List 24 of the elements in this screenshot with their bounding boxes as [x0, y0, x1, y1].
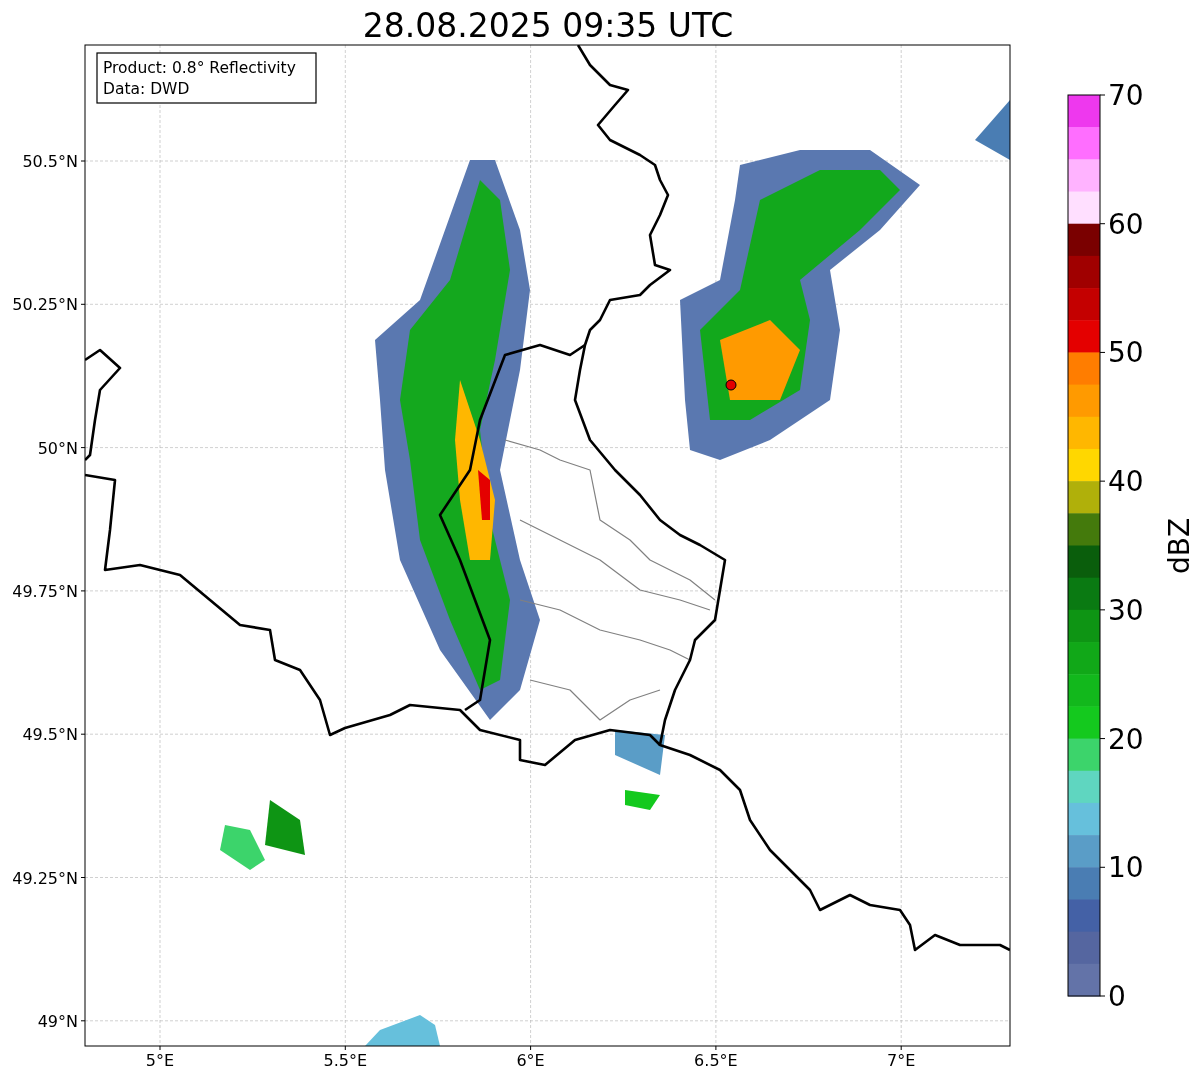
- colorbar-tick-label: 10: [1108, 851, 1144, 885]
- axis-tick-label: 49.75°N: [12, 581, 78, 601]
- colorbar-tick-label: 50: [1108, 336, 1144, 370]
- axis-tick-label: 50.25°N: [12, 295, 78, 315]
- axis-tick-label: 5°E: [145, 1051, 175, 1070]
- colorbar-tick-label: 60: [1108, 207, 1144, 241]
- axis-tick-label: 5.5°E: [323, 1051, 368, 1070]
- colorbar-tick-label: 30: [1108, 593, 1144, 627]
- axis-tick-label: 7°E: [887, 1051, 916, 1070]
- colorbar-tick-label: 20: [1108, 722, 1144, 756]
- axis-tick-label: 6.5°E: [694, 1051, 738, 1070]
- axis-tick-label: 49.5°N: [22, 725, 78, 745]
- colorbar-label: dBZ: [1163, 517, 1196, 575]
- axis-tick-label: 50°N: [37, 438, 78, 458]
- axis-tick-label: 50.5°N: [22, 152, 78, 171]
- axis-tick-label: 49°N: [37, 1011, 78, 1031]
- info-text: Product: 0.8° Reflectivity: [103, 59, 296, 77]
- axis-tick-label: 6°E: [516, 1051, 545, 1070]
- chart-title: 28.08.2025 09:35 UTC: [362, 6, 734, 45]
- info-text: Data: DWD: [103, 80, 190, 98]
- axis-tick-label: 49.25°N: [12, 868, 78, 888]
- colorbar-tick-label: 40: [1108, 465, 1144, 499]
- colorbar-tick-label: 70: [1108, 79, 1144, 112]
- colorbar-tick-label: 0: [1108, 980, 1126, 1013]
